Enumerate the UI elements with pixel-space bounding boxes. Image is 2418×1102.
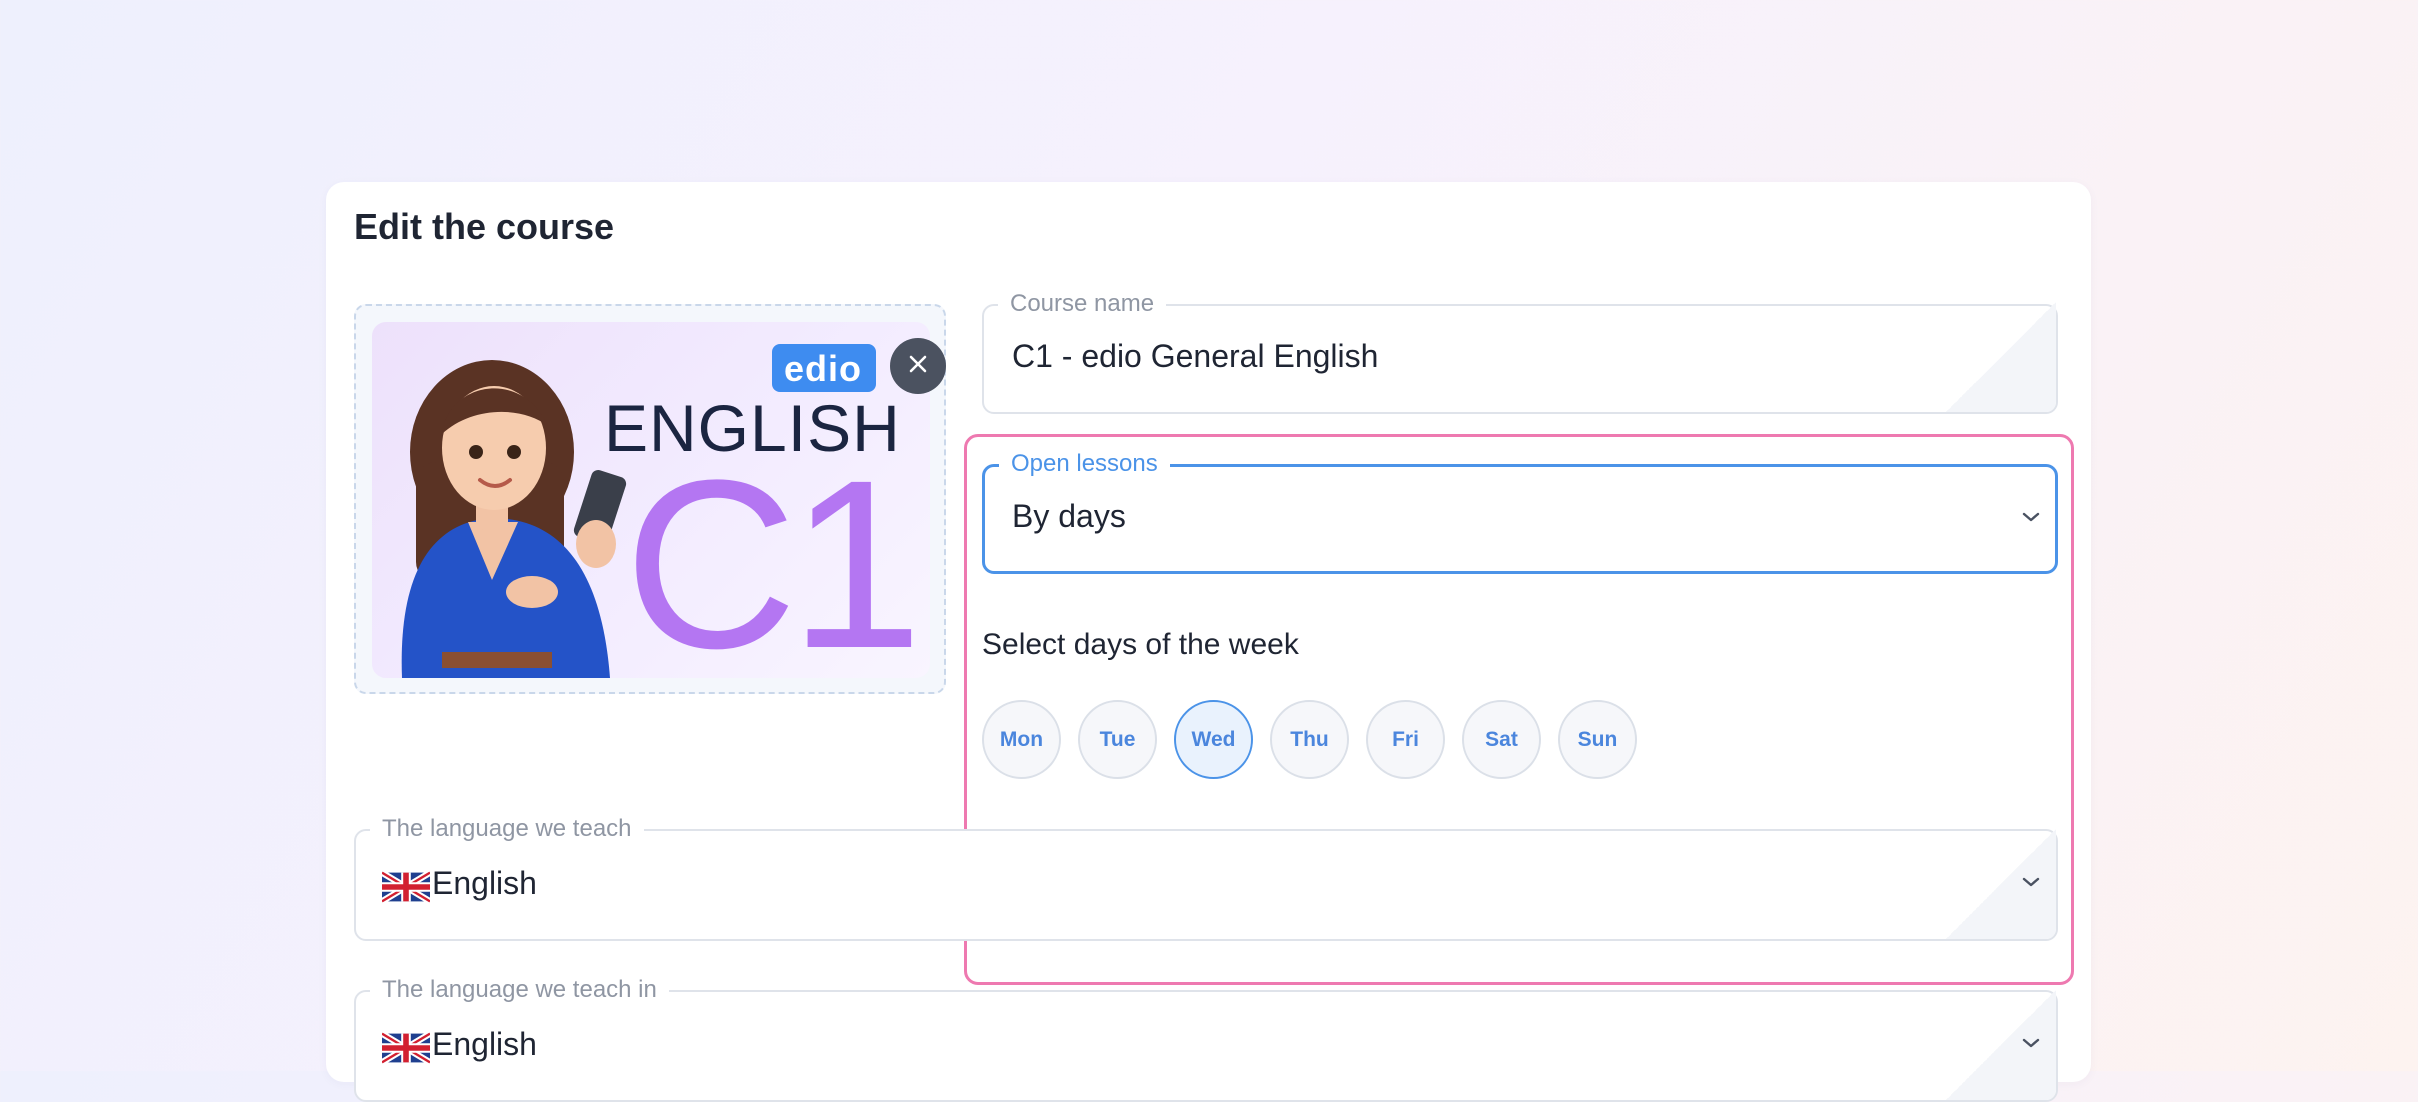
- uk-flag-icon: [380, 1030, 432, 1071]
- open-lessons-label: Open lessons: [999, 450, 1170, 478]
- teach-in-language-value: English: [432, 1026, 537, 1062]
- close-icon: [906, 352, 930, 381]
- remove-image-button[interactable]: [890, 338, 946, 394]
- day-sat-button[interactable]: Sat: [1462, 700, 1541, 779]
- day-fri-button[interactable]: Fri: [1366, 700, 1445, 779]
- day-thu-button[interactable]: Thu: [1270, 700, 1349, 779]
- course-name-field[interactable]: Course name C1 - edio General English: [982, 290, 2058, 414]
- cover-level-text: C1: [624, 430, 923, 678]
- open-lessons-select[interactable]: Open lessons By days: [982, 450, 2058, 574]
- teach-language-value: English: [432, 865, 537, 901]
- day-tue-button[interactable]: Tue: [1078, 700, 1157, 779]
- teach-in-language-label: The language we teach in: [370, 976, 669, 1004]
- days-of-week-selector: Mon Tue Wed Thu Fri Sat Sun: [982, 700, 1637, 779]
- chevron-down-icon[interactable]: [2020, 510, 2042, 529]
- page-title: Edit the course: [354, 206, 615, 247]
- teach-language-select[interactable]: The language we teach English: [354, 815, 2058, 941]
- teach-language-label: The language we teach: [370, 815, 644, 843]
- edit-course-card: Edit the course edio ENGLISH C1 Course n…: [326, 182, 2091, 1102]
- course-name-value[interactable]: C1 - edio General English: [1012, 338, 1378, 375]
- uk-flag-icon: [380, 869, 432, 910]
- cover-image-uploader[interactable]: edio ENGLISH C1: [354, 304, 946, 694]
- open-lessons-value: By days: [1012, 498, 1126, 534]
- course-cover-image: edio ENGLISH C1: [372, 322, 930, 678]
- cover-brand-badge: edio: [772, 344, 877, 392]
- teach-in-language-select[interactable]: The language we teach in English: [354, 976, 2058, 1102]
- day-wed-button[interactable]: Wed: [1174, 700, 1253, 779]
- days-of-week-label: Select days of the week: [982, 628, 1299, 661]
- course-name-label: Course name: [998, 290, 1167, 318]
- chevron-down-icon[interactable]: [2020, 1036, 2042, 1055]
- chevron-down-icon[interactable]: [2020, 875, 2042, 894]
- day-sun-button[interactable]: Sun: [1558, 700, 1637, 779]
- day-mon-button[interactable]: Mon: [982, 700, 1061, 779]
